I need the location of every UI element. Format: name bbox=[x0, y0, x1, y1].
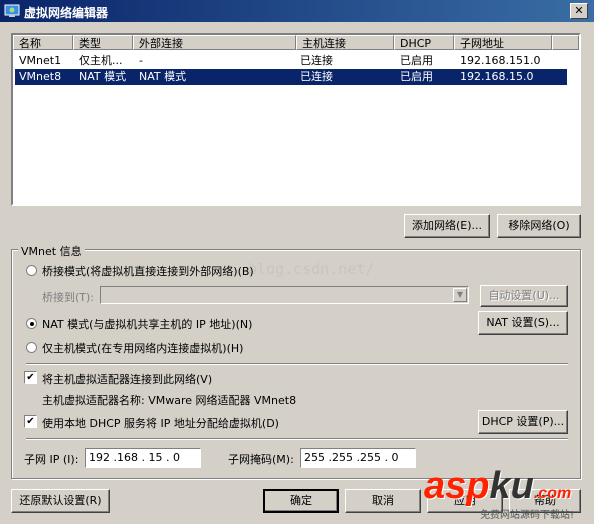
table-row-selected[interactable]: VMnet8 NAT 模式 NAT 模式 已连接 已启用 192.168.15.… bbox=[15, 69, 567, 85]
column-header-subnet[interactable]: 子网地址 bbox=[454, 35, 552, 50]
column-header-name[interactable]: 名称 bbox=[13, 35, 73, 50]
subnet-ip-label: 子网 IP (I): bbox=[24, 453, 79, 466]
bridged-label[interactable]: 桥接模式(将虚拟机直接连接到外部网络)(B) bbox=[42, 263, 254, 279]
network-list[interactable]: 名称 类型 外部连接 主机连接 DHCP 子网地址 VMnet1 仅主机... … bbox=[11, 33, 581, 206]
ok-button[interactable]: 确定 bbox=[263, 489, 339, 513]
divider bbox=[26, 363, 568, 365]
cell-subnet: 192.168.151.0 bbox=[460, 54, 541, 67]
vmnet-info-label: VMnet 信息 bbox=[18, 243, 85, 259]
remove-network-button[interactable]: 移除网络(O) bbox=[497, 214, 581, 238]
column-header-type[interactable]: 类型 bbox=[73, 35, 133, 50]
cell-host: 已连接 bbox=[300, 70, 333, 83]
cell-subnet: 192.168.15.0 bbox=[460, 70, 534, 83]
connect-adapter-label[interactable]: 将主机虚拟适配器连接到此网络(V) bbox=[42, 371, 212, 387]
watermark-text: blog.csdn.net/ bbox=[248, 260, 375, 278]
aspku-logo: aspku.com 免费网站源码下载站! bbox=[424, 466, 594, 524]
cell-name: VMnet1 bbox=[19, 54, 62, 67]
cell-host: 已连接 bbox=[300, 54, 333, 67]
close-button[interactable]: ✕ bbox=[570, 3, 588, 19]
use-dhcp-label[interactable]: 使用本地 DHCP 服务将 IP 地址分配给虚拟机(D) bbox=[42, 415, 279, 431]
connect-adapter-checkbox[interactable]: ✔ bbox=[24, 371, 37, 384]
cell-type: NAT 模式 bbox=[79, 70, 127, 83]
close-icon: ✕ bbox=[574, 4, 584, 17]
logo-suffix: .com bbox=[533, 485, 572, 502]
table-row[interactable]: VMnet1 仅主机... - 已连接 已启用 192.168.151.0 bbox=[15, 53, 567, 69]
bridged-to-select[interactable]: ▼ bbox=[100, 286, 469, 304]
column-header-host[interactable]: 主机连接 bbox=[296, 35, 394, 50]
bridged-to-label: 桥接到(T): bbox=[42, 291, 95, 304]
cell-name: VMnet8 bbox=[19, 70, 62, 83]
nat-settings-button[interactable]: NAT 设置(S)... bbox=[478, 311, 568, 335]
cell-dhcp: 已启用 bbox=[400, 54, 433, 67]
dhcp-settings-button[interactable]: DHCP 设置(P)... bbox=[478, 410, 568, 434]
subnet-ip-field[interactable]: 192 .168 . 15 . 0 bbox=[85, 448, 201, 468]
window-title: 虚拟网络编辑器 bbox=[24, 6, 109, 20]
subnet-mask-label: 子网掩码(M): bbox=[228, 453, 294, 466]
auto-settings-button[interactable]: 自动设置(U)... bbox=[480, 285, 568, 307]
adapter-name-text: 主机虚拟适配器名称: VMware 网络适配器 VMnet8 bbox=[42, 394, 297, 407]
restore-defaults-button[interactable]: 还原默认设置(R) bbox=[11, 489, 110, 513]
logo-part-1: asp bbox=[424, 465, 490, 507]
bridged-radio[interactable] bbox=[26, 265, 37, 276]
chevron-down-icon[interactable]: ▼ bbox=[453, 288, 467, 302]
column-header-dhcp[interactable]: DHCP bbox=[394, 35, 454, 50]
subnet-mask-field[interactable]: 255 .255 .255 . 0 bbox=[300, 448, 416, 468]
nat-radio[interactable] bbox=[26, 318, 37, 329]
cancel-button[interactable]: 取消 bbox=[345, 489, 421, 513]
cell-external: NAT 模式 bbox=[139, 70, 187, 83]
use-dhcp-checkbox[interactable]: ✔ bbox=[24, 415, 37, 428]
hostonly-radio[interactable] bbox=[26, 342, 37, 353]
logo-subtitle: 免费网站源码下载站! bbox=[480, 510, 575, 521]
cell-external: - bbox=[139, 54, 143, 67]
cell-dhcp: 已启用 bbox=[400, 70, 433, 83]
divider bbox=[26, 438, 568, 440]
column-header-external[interactable]: 外部连接 bbox=[133, 35, 296, 50]
network-editor-icon bbox=[4, 4, 20, 17]
logo-part-2: ku bbox=[489, 465, 534, 507]
column-header-filler bbox=[552, 35, 579, 50]
add-network-button[interactable]: 添加网络(E)... bbox=[404, 214, 490, 238]
hostonly-label[interactable]: 仅主机模式(在专用网络内连接虚拟机)(H) bbox=[42, 340, 243, 356]
title-bar: 虚拟网络编辑器 ✕ bbox=[0, 0, 594, 22]
list-header: 名称 类型 外部连接 主机连接 DHCP 子网地址 bbox=[13, 35, 579, 52]
nat-label[interactable]: NAT 模式(与虚拟机共享主机的 IP 地址)(N) bbox=[42, 316, 252, 332]
cell-type: 仅主机... bbox=[79, 54, 123, 67]
